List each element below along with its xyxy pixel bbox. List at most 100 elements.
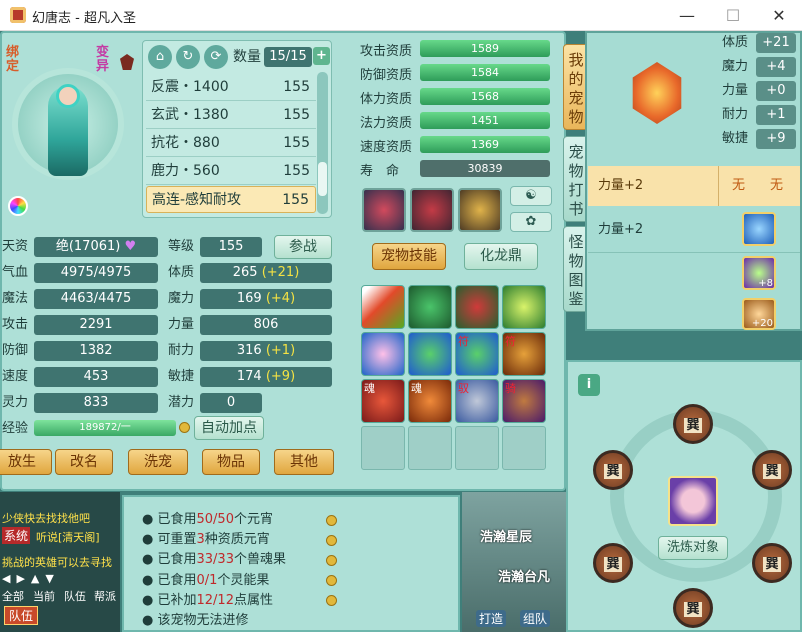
transform-label: 变异 (96, 45, 110, 74)
wash-pet-button[interactable]: 洗宠 (128, 449, 188, 475)
scene-text: 浩瀚台凡 (498, 570, 551, 585)
skill-mark: 驭 (458, 382, 469, 395)
release-button[interactable]: 放生 (0, 449, 52, 475)
skill-icon[interactable] (502, 285, 546, 329)
tab-pet-skills[interactable]: 宠物技能 (372, 243, 446, 270)
con-value: 265 (+21) (200, 263, 332, 283)
skill-mark: 骑 (505, 382, 516, 395)
minimize-button[interactable]: — (664, 0, 710, 31)
forge-button[interactable]: 打造 (476, 610, 507, 627)
tab-dragon-cauldron[interactable]: 化龙鼎 (464, 243, 538, 270)
color-wheel-icon[interactable] (8, 196, 28, 216)
skill-slot-empty[interactable] (408, 426, 452, 470)
team-button[interactable]: 队伍 (4, 606, 39, 625)
skill-icon[interactable]: 魂 (408, 379, 452, 423)
coin-icon[interactable] (326, 575, 337, 586)
refresh-icon[interactable]: ↻ (176, 45, 200, 69)
chat-tab[interactable]: 当前 (33, 588, 55, 604)
info-line: ● 已食用50/50个元宵 (142, 512, 273, 527)
pet-list-item[interactable]: 玄武・1380 155 (146, 102, 316, 129)
pet-list-item[interactable]: 鹿力・560 155 (146, 158, 316, 185)
wash-slot[interactable]: 巽 (673, 404, 713, 444)
skill-icon[interactable]: 符 (455, 332, 499, 376)
skill-icon[interactable] (408, 332, 452, 376)
con-label: 体质 (168, 265, 195, 280)
mp-value: 4463/4475 (34, 289, 158, 309)
skill-icon[interactable] (361, 285, 405, 329)
lifespan-label: 寿 命 (360, 164, 400, 179)
skill-icon[interactable] (408, 285, 452, 329)
equipment-necklace-slot[interactable] (458, 188, 502, 232)
battle-button[interactable]: 参战 (274, 235, 332, 259)
wash-slot[interactable]: 巽 (593, 543, 633, 583)
bind-label: 绑定 (6, 45, 20, 74)
pet-list-item[interactable]: 反震・1400 155 (146, 74, 316, 101)
wash-slot[interactable]: 巽 (752, 450, 792, 490)
refine-divider (718, 166, 719, 206)
refine-col1: 无 (732, 178, 746, 193)
close-button[interactable]: ✕ (756, 0, 802, 31)
add-pet-button[interactable]: + (313, 47, 330, 65)
pet-list-item[interactable]: 抗花・880 155 (146, 130, 316, 157)
skill-icon[interactable] (455, 285, 499, 329)
wash-target-button[interactable]: 洗炼对象 (658, 536, 728, 560)
book-skill-icon[interactable]: +20 (742, 298, 776, 330)
chat-arrows[interactable]: ◀▶▲▼ (2, 572, 60, 585)
skill-icon[interactable]: 魂 (361, 379, 405, 423)
sync-icon[interactable]: ⟳ (204, 45, 228, 69)
team-up-button[interactable]: 组队 (520, 610, 551, 627)
skill-slot-empty[interactable] (361, 426, 405, 470)
yin-yang-icon[interactable]: ☯ (510, 186, 552, 206)
info-line: ● 可重置3种资质元宵 (142, 532, 270, 547)
aptitude-label: 体力资质 (360, 92, 413, 107)
wash-target-avatar[interactable] (668, 476, 718, 526)
mag-label: 魔力 (168, 291, 195, 306)
skill-slot-empty[interactable] (502, 426, 546, 470)
aptitude-bar: 1369 (420, 136, 550, 153)
items-button[interactable]: 物品 (202, 449, 260, 475)
info-line: ● 该宠物无法进修 (142, 613, 249, 628)
end-label: 耐力 (168, 343, 195, 358)
skill-icon[interactable]: 符 (502, 332, 546, 376)
wash-slot[interactable]: 巽 (673, 588, 713, 628)
gear-skill-icon[interactable] (742, 212, 776, 246)
equipment-armor-slot[interactable] (410, 188, 454, 232)
coin-icon[interactable] (326, 595, 337, 606)
coin-icon[interactable] (326, 555, 337, 566)
pet-list-scrollbar[interactable] (317, 72, 328, 214)
skill-icon[interactable] (361, 332, 405, 376)
coin-icon[interactable] (326, 535, 337, 546)
home-icon[interactable]: ⌂ (148, 45, 172, 69)
other-button[interactable]: 其他 (274, 449, 334, 475)
info-icon[interactable]: i (578, 374, 600, 396)
skill-icon[interactable]: 驭 (455, 379, 499, 423)
coin-icon (179, 422, 190, 433)
lifespan-bar: 30839 (420, 160, 550, 177)
rename-button[interactable]: 改名 (55, 449, 113, 475)
hp-value: 4975/4975 (34, 263, 158, 283)
level-value: 155 (200, 237, 262, 257)
attr-label: 体质 (722, 35, 749, 50)
refine-col2: 无 (770, 178, 784, 193)
str-label: 力量 (168, 317, 195, 332)
exp-bar: 189872/一 (34, 420, 176, 436)
skill-mark: 符 (505, 335, 516, 348)
skill-icon[interactable]: 骑 (502, 379, 546, 423)
wash-slot[interactable]: 巽 (752, 543, 792, 583)
equipment-collar-slot[interactable] (362, 188, 406, 232)
auto-allocate-button[interactable]: 自动加点 (194, 416, 264, 440)
count-label: 数量 (233, 49, 261, 65)
chat-tab[interactable]: 帮派 (94, 588, 116, 604)
skill-slot-empty[interactable] (455, 426, 499, 470)
paw-icon[interactable]: ✿ (510, 212, 552, 232)
scroll-thumb[interactable] (318, 162, 327, 196)
pet-list-item-selected[interactable]: 高连-感知耐攻 155 (146, 186, 316, 213)
aptitude-label: 防御资质 (360, 68, 413, 83)
wash-slot[interactable]: 巽 (593, 450, 633, 490)
talent-value: 绝(17061) ♥ (34, 237, 158, 257)
run-skill-icon[interactable]: +8 (742, 256, 776, 290)
chat-tab[interactable]: 队伍 (64, 588, 86, 604)
chat-tab[interactable]: 全部 (2, 588, 24, 604)
coin-icon[interactable] (326, 515, 337, 526)
maximize-button[interactable]: ☐ (710, 0, 756, 31)
